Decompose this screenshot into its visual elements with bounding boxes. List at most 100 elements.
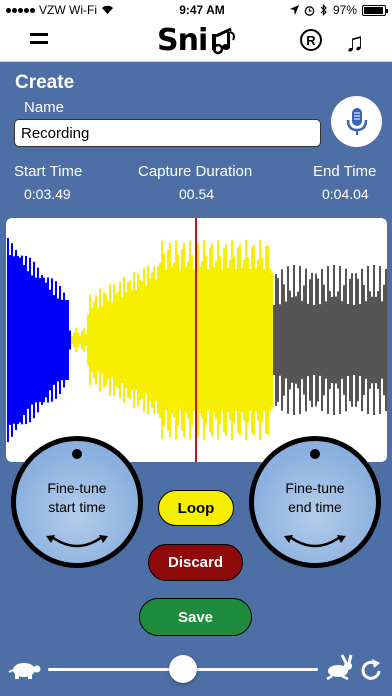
waveform-bar bbox=[223, 247, 225, 433]
start-time-label: Start Time bbox=[14, 163, 83, 180]
save-button[interactable]: Save bbox=[139, 598, 252, 636]
waveform-bar bbox=[77, 332, 79, 348]
waveform-bar bbox=[35, 277, 37, 403]
waveform-bar bbox=[51, 278, 53, 402]
waveform-bar bbox=[165, 269, 167, 411]
waveform-bar bbox=[43, 277, 45, 403]
waveform-bar bbox=[247, 256, 249, 424]
menu-icon[interactable] bbox=[30, 33, 48, 49]
waveform-bar bbox=[75, 328, 77, 352]
logo-text: Sni bbox=[157, 23, 208, 58]
waveform-bar bbox=[257, 259, 259, 421]
waveform-bar bbox=[301, 300, 303, 380]
registered-symbol: R bbox=[306, 32, 316, 48]
waveform-bar bbox=[283, 284, 285, 396]
status-right: 97% bbox=[289, 3, 388, 17]
waveform-bar bbox=[109, 284, 111, 396]
waveform-bar bbox=[361, 268, 363, 412]
waveform-bar bbox=[243, 259, 245, 421]
music-note-icon[interactable]: ♫ bbox=[345, 27, 365, 58]
mic-button[interactable] bbox=[331, 96, 382, 147]
waveform-bar bbox=[229, 260, 231, 420]
waveform-bar bbox=[57, 298, 59, 382]
waveform-bar bbox=[271, 272, 273, 408]
waveform-bar bbox=[279, 304, 281, 376]
waveform-bar bbox=[173, 262, 175, 418]
waveform-bar bbox=[385, 268, 387, 412]
fine-tune-end-knob[interactable]: Fine-tune end time bbox=[249, 436, 381, 568]
waveform-bar bbox=[295, 296, 297, 384]
waveform-bar bbox=[135, 289, 137, 391]
waveform-bar bbox=[65, 299, 67, 381]
waveform-bar bbox=[181, 248, 183, 432]
waveform-bar bbox=[371, 296, 373, 384]
waveform-bar bbox=[119, 281, 121, 399]
battery-percent: 97% bbox=[332, 3, 357, 17]
speed-slider-thumb[interactable] bbox=[169, 655, 197, 683]
waveform-bar bbox=[375, 296, 377, 384]
waveform-bar bbox=[13, 256, 15, 424]
waveform-bar bbox=[245, 240, 247, 440]
waveform-bar bbox=[69, 330, 71, 350]
playhead-line[interactable] bbox=[195, 218, 197, 462]
rabbit-icon bbox=[326, 654, 353, 680]
waveform-bar bbox=[255, 267, 257, 413]
discard-button[interactable]: Discard bbox=[148, 544, 243, 581]
waveform-bar bbox=[101, 305, 103, 375]
waveform-view[interactable] bbox=[6, 218, 387, 462]
waveform-bar bbox=[251, 246, 253, 434]
waveform-bar bbox=[71, 335, 73, 345]
waveform-bar bbox=[239, 244, 241, 436]
waveform-bar bbox=[153, 266, 155, 414]
waveform-bar bbox=[25, 255, 27, 425]
waveform-bar bbox=[117, 291, 119, 389]
waveform-bar bbox=[19, 257, 21, 423]
name-label: Name bbox=[24, 99, 65, 116]
waveform-bar bbox=[309, 279, 311, 401]
waveform-bar bbox=[345, 268, 347, 412]
waveform-bar bbox=[227, 267, 229, 413]
waveform-bar bbox=[219, 255, 221, 425]
waveform-bar bbox=[209, 247, 211, 433]
status-left: VZW Wi-Fi bbox=[6, 3, 114, 17]
waveform-bar bbox=[191, 254, 193, 426]
fine-tune-end-line1: Fine-tune bbox=[285, 480, 345, 496]
waveform-bar bbox=[103, 292, 105, 388]
waveform-bar bbox=[63, 292, 65, 388]
waveform-bar bbox=[355, 273, 357, 407]
end-time-value: 0:04.04 bbox=[322, 186, 369, 202]
signal-icon bbox=[6, 7, 35, 13]
waveform-bar bbox=[183, 243, 185, 437]
waveform-bar bbox=[17, 256, 19, 424]
waveform-bar bbox=[41, 274, 43, 406]
start-time-value: 0:03.49 bbox=[24, 186, 71, 202]
waveform-bar bbox=[175, 240, 177, 440]
waveform-bar bbox=[27, 271, 29, 409]
waveform-bar bbox=[305, 268, 307, 412]
waveform-bar bbox=[269, 268, 271, 412]
waveform-bar bbox=[131, 290, 133, 390]
waveform-bar bbox=[299, 265, 301, 415]
waveform-bar bbox=[349, 278, 351, 402]
waveform-bar bbox=[55, 281, 57, 399]
waveform-bar bbox=[337, 291, 339, 389]
waveform-bar bbox=[141, 281, 143, 399]
waveform-bar bbox=[23, 264, 25, 416]
waveform-bar bbox=[325, 301, 327, 379]
waveform-bar bbox=[149, 278, 151, 402]
battery-icon bbox=[362, 4, 388, 16]
waveform-bar bbox=[217, 240, 219, 440]
waveform-bar bbox=[317, 278, 319, 402]
fine-tune-end-label: Fine-tune end time bbox=[254, 479, 376, 517]
registered-icon[interactable]: R bbox=[300, 29, 322, 51]
fine-tune-start-knob[interactable]: Fine-tune start time bbox=[11, 436, 143, 568]
waveform-bar bbox=[15, 249, 17, 431]
waveform-bar bbox=[379, 266, 381, 414]
replay-icon[interactable] bbox=[360, 657, 382, 681]
waveform-bar bbox=[67, 300, 69, 380]
waveform-bar bbox=[37, 267, 39, 413]
name-input[interactable] bbox=[14, 119, 321, 147]
waveform-bar bbox=[121, 297, 123, 383]
waveform-bar bbox=[347, 303, 349, 377]
loop-button[interactable]: Loop bbox=[158, 490, 234, 526]
